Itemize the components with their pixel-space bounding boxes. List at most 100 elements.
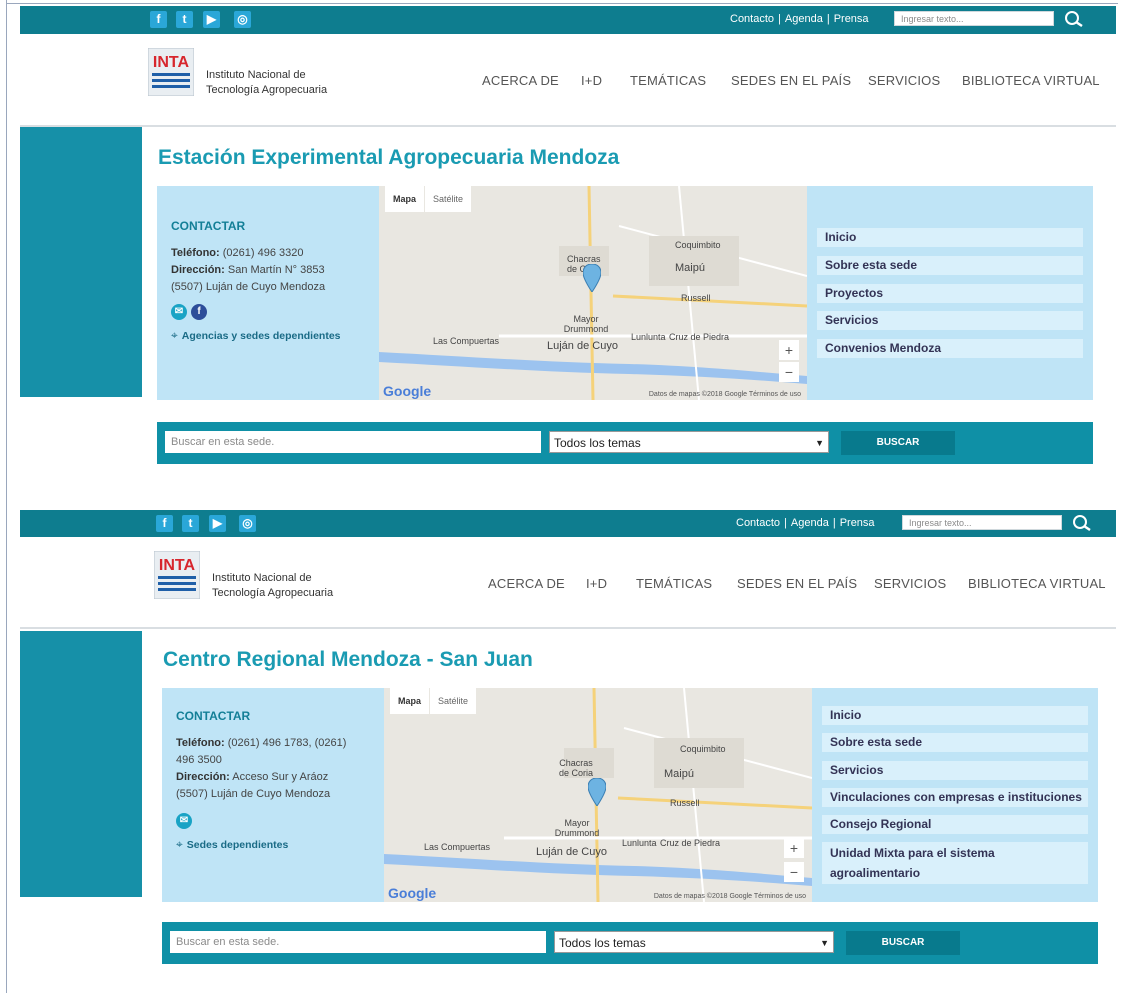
map-label: Lunlunta	[631, 332, 666, 342]
search-button[interactable]: BUSCAR	[841, 431, 955, 455]
instagram-icon[interactable]: ◎	[234, 11, 251, 28]
map-label: Cruz de Piedra	[660, 838, 721, 848]
nav-servicios[interactable]: SERVICIOS	[874, 576, 946, 591]
map-tab-satelite[interactable]: Satélite	[425, 186, 472, 212]
map-label: Coquimbito	[680, 744, 726, 754]
nav-id[interactable]: I+D	[581, 73, 602, 88]
nav-id[interactable]: I+D	[586, 576, 607, 591]
menu-item-servicios[interactable]: Servicios	[817, 311, 1083, 330]
agenda-link[interactable]: Agenda	[791, 517, 829, 529]
map-label: Coquimbito	[675, 240, 721, 250]
map-marker-icon[interactable]	[588, 778, 606, 806]
top-bar: f t ▶ ◎ Contacto | Agenda | Prensa Ingresar …	[20, 510, 1116, 537]
email-icon[interactable]: ✉	[176, 813, 192, 830]
nav-sedes[interactable]: SEDES EN EL PAÍS	[731, 73, 851, 88]
side-color-block	[20, 127, 142, 397]
zoom-in-button[interactable]: +	[784, 838, 804, 858]
google-logo: Google	[383, 383, 432, 399]
map-tab-satelite[interactable]: Satélite	[430, 688, 477, 714]
menu-item-servicios[interactable]: Servicios	[822, 761, 1088, 780]
sede-search-bar: Buscar en esta sede. Todos los temas ▼ B…	[157, 422, 1093, 464]
instagram-icon[interactable]: ◎	[239, 515, 256, 532]
nav-tematicas[interactable]: TEMÁTICAS	[636, 576, 712, 591]
site-header: INTA Instituto Nacional de Tecnología Ag…	[20, 34, 1116, 126]
nav-biblioteca[interactable]: BIBLIOTECA VIRTUAL	[962, 73, 1100, 88]
nav-biblioteca[interactable]: BIBLIOTECA VIRTUAL	[968, 576, 1106, 591]
sede-search-bar: Buscar en esta sede. Todos los temas ▼ B…	[162, 922, 1098, 964]
top-links: Contacto | Agenda | Prensa	[736, 517, 875, 529]
twitter-icon[interactable]: t	[176, 11, 193, 28]
sede-search-input[interactable]: Buscar en esta sede.	[170, 931, 546, 953]
screenshot-frame-top	[6, 3, 1118, 4]
map-label: Maipú	[664, 768, 694, 780]
zoom-in-button[interactable]: +	[779, 340, 799, 360]
map-tab-mapa[interactable]: Mapa	[385, 186, 425, 212]
nav-servicios[interactable]: SERVICIOS	[868, 73, 940, 88]
contact-block: CONTACTAR Teléfono: (0261) 496 3320 Dire…	[171, 218, 371, 345]
org-name: Instituto Nacional de Tecnología Agropec…	[212, 572, 334, 599]
dependents-link[interactable]: Agencias y sedes dependientes	[182, 330, 341, 342]
map-label: Chacras de Coria	[558, 758, 594, 778]
youtube-icon[interactable]: ▶	[203, 11, 220, 28]
menu-item-consejo[interactable]: Consejo Regional	[822, 815, 1088, 834]
email-icon[interactable]: ✉	[171, 304, 187, 321]
nav-acerca[interactable]: ACERCA DE	[488, 576, 565, 591]
address-value: Acceso Sur y Aráoz	[232, 771, 329, 783]
top-search-input[interactable]: Ingresar texto...	[894, 11, 1054, 26]
map-widget[interactable]: Mapa Satélite Chacras de Coria Coquimbit…	[379, 186, 807, 400]
menu-item-sobre[interactable]: Sobre esta sede	[822, 733, 1088, 752]
facebook-icon[interactable]: f	[156, 515, 173, 532]
inta-logo[interactable]: INTA	[154, 551, 200, 599]
menu-item-inicio[interactable]: Inicio	[817, 228, 1083, 247]
map-attribution[interactable]: Datos de mapas ©2018 Google Términos de …	[654, 893, 806, 900]
facebook-icon[interactable]: f	[150, 11, 167, 28]
contact-link[interactable]: Contacto	[736, 517, 780, 529]
menu-item-convenios[interactable]: Convenios Mendoza	[817, 339, 1083, 358]
top-bar: f t ▶ ◎ Contacto | Agenda | Prensa Ingresar …	[20, 6, 1116, 34]
press-link[interactable]: Prensa	[834, 13, 869, 25]
inta-logo[interactable]: INTA	[148, 48, 194, 96]
search-button[interactable]: BUSCAR	[846, 931, 960, 955]
info-panel: CONTACTAR Teléfono: (0261) 496 1783, (02…	[162, 688, 1098, 902]
nav-tematicas[interactable]: TEMÁTICAS	[630, 73, 706, 88]
topic-select[interactable]: Todos los temas ▼	[549, 431, 829, 453]
press-link[interactable]: Prensa	[840, 517, 875, 529]
map-attribution[interactable]: Datos de mapas ©2018 Google Términos de …	[649, 391, 801, 398]
chevron-down-icon: ▼	[815, 438, 824, 448]
top-search-input[interactable]: Ingresar texto...	[902, 515, 1062, 530]
menu-item-proyectos[interactable]: Proyectos	[817, 284, 1083, 303]
info-panel: CONTACTAR Teléfono: (0261) 496 3320 Dire…	[157, 186, 1093, 400]
search-icon[interactable]	[1072, 514, 1092, 534]
zoom-out-button[interactable]: −	[779, 362, 799, 382]
menu-item-vinculaciones[interactable]: Vinculaciones con empresas e institucion…	[822, 788, 1088, 807]
screenshot-frame	[6, 0, 7, 993]
map-tab-mapa[interactable]: Mapa	[390, 688, 430, 714]
svg-text:INTA: INTA	[153, 54, 190, 71]
dependents-link[interactable]: Sedes dependientes	[187, 839, 289, 851]
twitter-icon[interactable]: t	[182, 515, 199, 532]
youtube-icon[interactable]: ▶	[209, 515, 226, 532]
phone-value: (0261) 496 3320	[222, 247, 304, 259]
map-label: Las Compuertas	[433, 336, 500, 346]
menu-item-inicio[interactable]: Inicio	[822, 706, 1088, 725]
nav-sedes[interactable]: SEDES EN EL PAÍS	[737, 576, 857, 591]
top-links: Contacto | Agenda | Prensa	[730, 13, 869, 25]
nav-acerca[interactable]: ACERCA DE	[482, 73, 559, 88]
map-widget[interactable]: Mapa Satélite Chacras de Coria Coquimbit…	[384, 688, 812, 902]
map-canvas[interactable]	[379, 186, 807, 400]
menu-item-sobre[interactable]: Sobre esta sede	[817, 256, 1083, 275]
org-name: Instituto Nacional de Tecnología Agropec…	[206, 69, 328, 96]
site-screenshot-eea-mendoza: f t ▶ ◎ Contacto | Agenda | Prensa Ingresar …	[20, 6, 1116, 468]
contact-link[interactable]: Contacto	[730, 13, 774, 25]
address-value: San Martín N° 3853	[227, 264, 325, 276]
location-pin-icon: ⌖	[176, 837, 183, 851]
facebook-icon[interactable]: f	[191, 304, 207, 321]
menu-item-unidad-mixta[interactable]: Unidad Mixta para el sistema agroaliment…	[822, 842, 1088, 884]
agenda-link[interactable]: Agenda	[785, 13, 823, 25]
zoom-out-button[interactable]: −	[784, 862, 804, 882]
contact-heading: CONTACTAR	[176, 709, 251, 723]
search-icon[interactable]	[1064, 10, 1084, 30]
map-marker-icon[interactable]	[583, 264, 601, 292]
topic-select[interactable]: Todos los temas ▼	[554, 931, 834, 953]
sede-search-input[interactable]: Buscar en esta sede.	[165, 431, 541, 453]
